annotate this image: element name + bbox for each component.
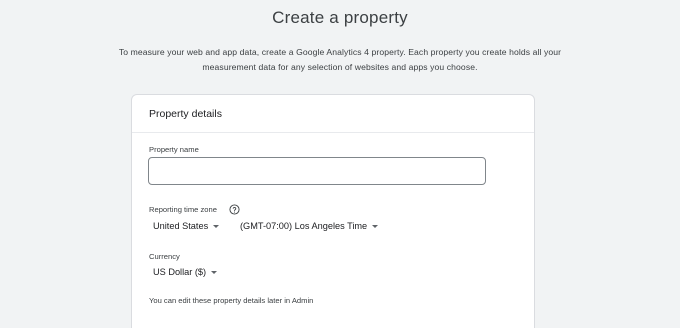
property-details-card: Property details Property name Reporting…: [131, 94, 535, 328]
currency-label: Currency: [149, 252, 180, 261]
currency-value: US Dollar ($): [153, 267, 207, 277]
page-description-line-2: measurement data for any selection of we…: [202, 62, 478, 72]
timezone-zone-value: (GMT-07:00) Los Angeles Time: [240, 221, 368, 231]
property-name-input[interactable]: [148, 157, 486, 185]
timezone-country-dropdown[interactable]: United States: [153, 221, 220, 231]
caret-down-icon: [372, 225, 379, 228]
help-circle-icon[interactable]: [229, 204, 240, 215]
create-property-page: Create a property To measure your web an…: [0, 0, 680, 328]
timezone-zone-dropdown[interactable]: (GMT-07:00) Los Angeles Time: [240, 221, 379, 231]
admin-edit-note: You can edit these property details late…: [149, 296, 314, 305]
timezone-country-value: United States: [153, 221, 209, 231]
card-title: Property details: [149, 107, 222, 120]
card-header: Property details: [132, 95, 534, 133]
page-description-line-1: To measure your web and app data, create…: [118, 47, 562, 57]
caret-down-icon: [213, 225, 220, 228]
timezone-label: Reporting time zone: [149, 205, 217, 214]
property-name-label: Property name: [149, 145, 199, 154]
currency-dropdown[interactable]: US Dollar ($): [153, 267, 218, 277]
page-title: Create a property: [272, 8, 408, 27]
caret-down-icon: [211, 271, 218, 274]
page-description: To measure your web and app data, create…: [60, 45, 620, 75]
